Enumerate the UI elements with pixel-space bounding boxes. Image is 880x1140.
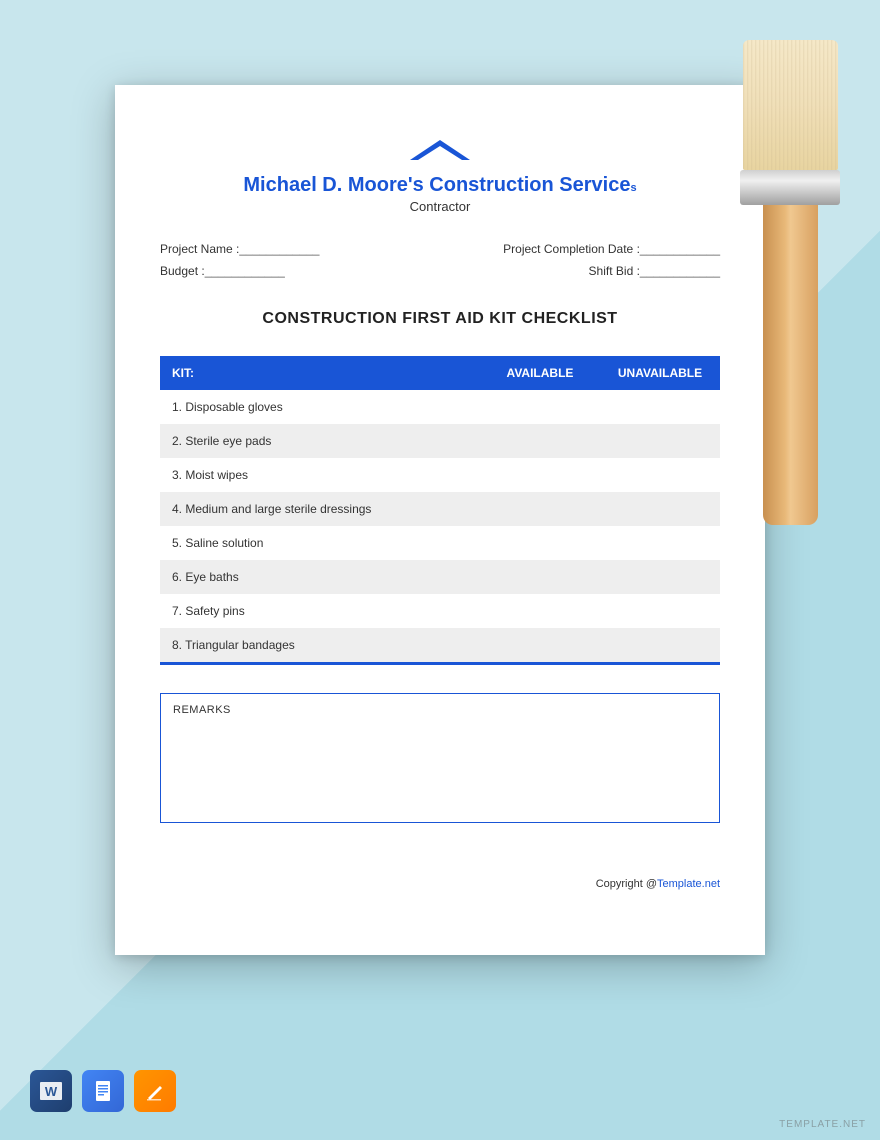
available-cell[interactable]: [480, 594, 600, 628]
document-page: Michael D. Moore's Construction Services…: [115, 85, 765, 955]
available-cell[interactable]: [480, 492, 600, 526]
brush-bristles: [743, 40, 838, 170]
copyright-prefix: Copyright @: [596, 878, 657, 890]
project-name-blank[interactable]: ____________: [239, 242, 319, 256]
watermark: TEMPLATE.NET: [779, 1119, 866, 1130]
document-title: CONSTRUCTION FIRST AID KIT CHECKLIST: [160, 310, 720, 328]
table-row: 3. Moist wipes: [160, 458, 720, 492]
col-available-header: AVAILABLE: [480, 356, 600, 390]
shift-bid-blank[interactable]: ____________: [640, 264, 720, 278]
budget-field: Budget : ____________: [160, 264, 285, 278]
available-cell[interactable]: [480, 560, 600, 594]
remarks-label: REMARKS: [173, 704, 707, 716]
table-row: 2. Sterile eye pads: [160, 424, 720, 458]
company-name-suffix: s: [630, 182, 636, 194]
copyright-link[interactable]: Template.net: [657, 878, 720, 890]
unavailable-cell[interactable]: [600, 594, 720, 628]
company-name-text: Michael D. Moore's Construction Service: [243, 174, 630, 196]
roof-logo-icon: [160, 135, 720, 170]
pages-icon[interactable]: [134, 1070, 176, 1112]
table-row: 1. Disposable gloves: [160, 390, 720, 424]
company-subtitle: Contractor: [160, 199, 720, 214]
col-unavailable-header: UNAVAILABLE: [600, 356, 720, 390]
table-row: 6. Eye baths: [160, 560, 720, 594]
kit-cell: 7. Safety pins: [160, 594, 480, 628]
project-name-label: Project Name :: [160, 242, 239, 256]
unavailable-cell[interactable]: [600, 424, 720, 458]
kit-cell: 4. Medium and large sterile dressings: [160, 492, 480, 526]
unavailable-cell[interactable]: [600, 560, 720, 594]
svg-text:W: W: [45, 1084, 58, 1099]
budget-label: Budget :: [160, 264, 205, 278]
app-icons-row: W: [30, 1070, 176, 1112]
shift-bid-label: Shift Bid :: [589, 264, 640, 278]
form-row-2: Budget : ____________ Shift Bid : ______…: [160, 264, 720, 278]
kit-cell: 8. Triangular bandages: [160, 628, 480, 662]
google-docs-icon[interactable]: [82, 1070, 124, 1112]
company-name: Michael D. Moore's Construction Services: [160, 174, 720, 197]
table-row: 7. Safety pins: [160, 594, 720, 628]
completion-date-field: Project Completion Date : ____________: [503, 242, 720, 256]
kit-cell: 1. Disposable gloves: [160, 390, 480, 424]
available-cell[interactable]: [480, 628, 600, 662]
table-row: 4. Medium and large sterile dressings: [160, 492, 720, 526]
table-divider: [160, 662, 720, 665]
shift-bid-field: Shift Bid : ____________: [589, 264, 720, 278]
unavailable-cell[interactable]: [600, 628, 720, 662]
table-header-row: KIT: AVAILABLE UNAVAILABLE: [160, 356, 720, 390]
table-row: 5. Saline solution: [160, 526, 720, 560]
completion-date-blank[interactable]: ____________: [640, 242, 720, 256]
kit-cell: 6. Eye baths: [160, 560, 480, 594]
col-kit-header: KIT:: [160, 356, 480, 390]
unavailable-cell[interactable]: [600, 458, 720, 492]
completion-date-label: Project Completion Date :: [503, 242, 640, 256]
table-row: 8. Triangular bandages: [160, 628, 720, 662]
unavailable-cell[interactable]: [600, 390, 720, 424]
unavailable-cell[interactable]: [600, 492, 720, 526]
kit-cell: 2. Sterile eye pads: [160, 424, 480, 458]
budget-blank[interactable]: ____________: [205, 264, 285, 278]
kit-cell: 3. Moist wipes: [160, 458, 480, 492]
brush-handle: [763, 205, 818, 525]
paintbrush-decoration: [730, 40, 850, 540]
project-name-field: Project Name : ____________: [160, 242, 319, 256]
available-cell[interactable]: [480, 526, 600, 560]
unavailable-cell[interactable]: [600, 526, 720, 560]
copyright-footer: Copyright @Template.net: [160, 878, 720, 890]
word-icon[interactable]: W: [30, 1070, 72, 1112]
brush-ferrule: [740, 170, 840, 205]
checklist-table: KIT: AVAILABLE UNAVAILABLE 1. Disposable…: [160, 356, 720, 662]
form-row-1: Project Name : ____________ Project Comp…: [160, 242, 720, 256]
kit-cell: 5. Saline solution: [160, 526, 480, 560]
available-cell[interactable]: [480, 390, 600, 424]
available-cell[interactable]: [480, 424, 600, 458]
remarks-box[interactable]: REMARKS: [160, 693, 720, 823]
available-cell[interactable]: [480, 458, 600, 492]
